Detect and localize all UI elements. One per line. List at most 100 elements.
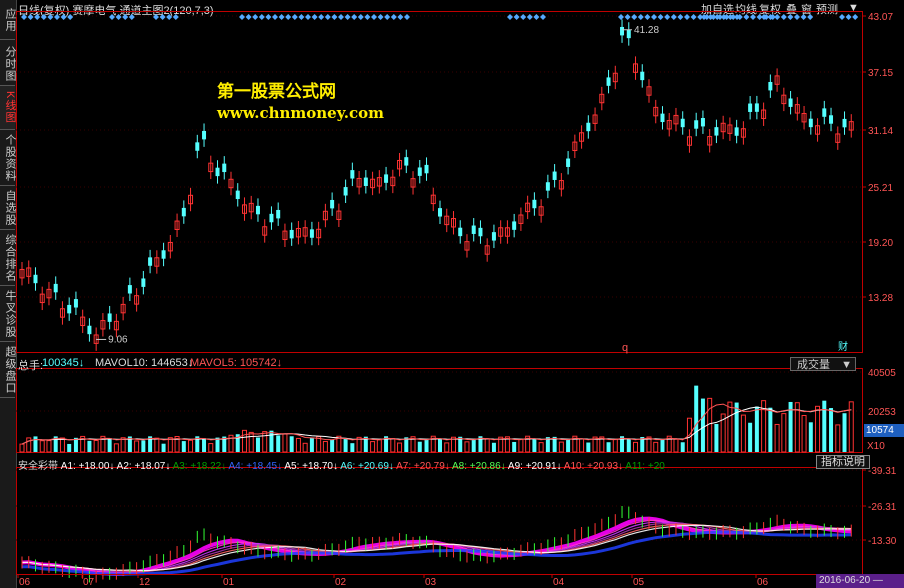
volume-bar [518, 438, 524, 453]
signal-diamond [774, 14, 781, 20]
candle-body [822, 108, 827, 117]
volume-bar [248, 431, 254, 453]
signal-diamond [618, 14, 624, 20]
signal-diamond [845, 14, 852, 20]
volume-bar [188, 439, 194, 453]
volume-bar [438, 438, 442, 452]
signal-diamond [364, 14, 371, 20]
sidebar-tab-3[interactable]: 个股资料 [0, 130, 16, 186]
signal-diamond [60, 14, 67, 20]
signal-diamond [794, 14, 800, 20]
candle-body [309, 229, 314, 238]
volume-axis-label: 20253 [868, 407, 896, 418]
volume-bar [538, 442, 544, 453]
candle-body [424, 164, 429, 174]
kline-chart-area[interactable]: 日线(复权) 赛摩电气 通道主图2(120,7,3) 加自选 均线 复权叠窗预测 ▼… [16, 0, 904, 588]
candle-body [680, 118, 685, 128]
candle-body [235, 190, 240, 200]
sidebar-tab-2[interactable]: K线图 [0, 86, 16, 130]
signal-diamond [657, 14, 664, 20]
candle-body [107, 313, 112, 322]
signal-diamond [807, 14, 814, 20]
indicator-legend-item: A7: +20.79↓ [396, 461, 453, 472]
candle-body [276, 209, 281, 219]
candle-body [350, 170, 355, 179]
sidebar-tab-7[interactable]: 超级盘口 [0, 342, 16, 398]
volume-bar [302, 442, 308, 453]
indicator-axis-label: -26.31 [868, 502, 897, 513]
indicator-explain-button[interactable]: 指标说明 [816, 455, 870, 469]
signal-diamond [305, 14, 311, 20]
candle-body [754, 103, 759, 112]
signal-diamond [331, 14, 338, 20]
candle-body [195, 142, 200, 151]
time-axis-label: 02 [335, 577, 347, 588]
candle-body [694, 120, 699, 129]
signal-diamond [787, 14, 794, 20]
ribbon-line [21, 521, 852, 574]
volume-bar [484, 438, 490, 453]
time-axis-label: 01 [223, 577, 235, 588]
signal-diamond [285, 14, 292, 20]
volume-legend-name: 总手: [18, 360, 44, 372]
signal-diamond [690, 14, 697, 20]
signal-diamond [651, 14, 657, 20]
candle-body [404, 157, 409, 166]
volume-bar [370, 441, 376, 453]
sidebar-tab-0[interactable]: 应用 [0, 0, 16, 40]
volume-bar [39, 440, 45, 453]
signal-diamond [670, 14, 677, 20]
volume-bar [774, 423, 780, 453]
candle-body [748, 103, 753, 112]
volume-indicator-dropdown[interactable]: 成交量 ▼ [790, 357, 856, 371]
sidebar-tab-5[interactable]: 综合排名 [0, 230, 16, 286]
volume-bar [727, 401, 733, 453]
signal-diamond [311, 14, 318, 20]
candle-body [829, 115, 834, 124]
signal-diamond [245, 14, 252, 20]
volume-bar [322, 440, 328, 453]
signal-diamond [750, 14, 756, 20]
candle-body [67, 304, 72, 314]
volume-bar [330, 439, 335, 452]
candle-body [438, 208, 442, 217]
candle-body [566, 158, 571, 167]
volume-bar [262, 431, 268, 453]
signal-diamond [47, 14, 54, 20]
sidebar-tab-6[interactable]: 牛叉诊股 [0, 286, 16, 342]
signal-diamond [664, 14, 671, 20]
signal-diamond [338, 14, 344, 20]
sidebar-tab-1[interactable]: 分时图 [0, 42, 16, 86]
indicator-axis-label: -39.31 [868, 466, 897, 477]
volume-bar [754, 406, 759, 452]
time-axis-label: 07 [83, 577, 95, 588]
candle-body [714, 127, 719, 136]
signal-diamond [357, 14, 364, 20]
main-axis-label: 25.21 [868, 183, 893, 194]
volume-bar [113, 443, 119, 453]
signal-diamond [390, 14, 397, 20]
candle-body [532, 199, 537, 209]
signal-diamond [520, 14, 527, 20]
signal-diamond [684, 14, 690, 20]
candle-body [586, 122, 591, 132]
signal-diamond [839, 14, 845, 20]
candle-body [545, 182, 550, 191]
volume-bar [680, 442, 685, 452]
cursor-date-tag: 2016-06-20 — [816, 574, 904, 588]
indicator-legend-item: A4: +18.45↓ [228, 461, 285, 472]
signal-diamond [115, 14, 122, 20]
sidebar-tab-4[interactable]: 自选股 [0, 186, 16, 230]
volume-bar [464, 441, 470, 453]
signal-diamond [252, 14, 259, 20]
candle-body [343, 187, 348, 196]
signal-diamond [291, 14, 298, 20]
main-axis-label: 31.14 [868, 126, 893, 137]
volume-bar [848, 401, 854, 453]
indicator-legend-item: A10: +20.93↓ [563, 461, 626, 472]
volume-bar [673, 438, 679, 453]
candle-body [626, 29, 631, 39]
volume-current-tag: 10574 [864, 424, 904, 437]
signal-diamond [54, 14, 60, 20]
candle-body [33, 274, 38, 284]
